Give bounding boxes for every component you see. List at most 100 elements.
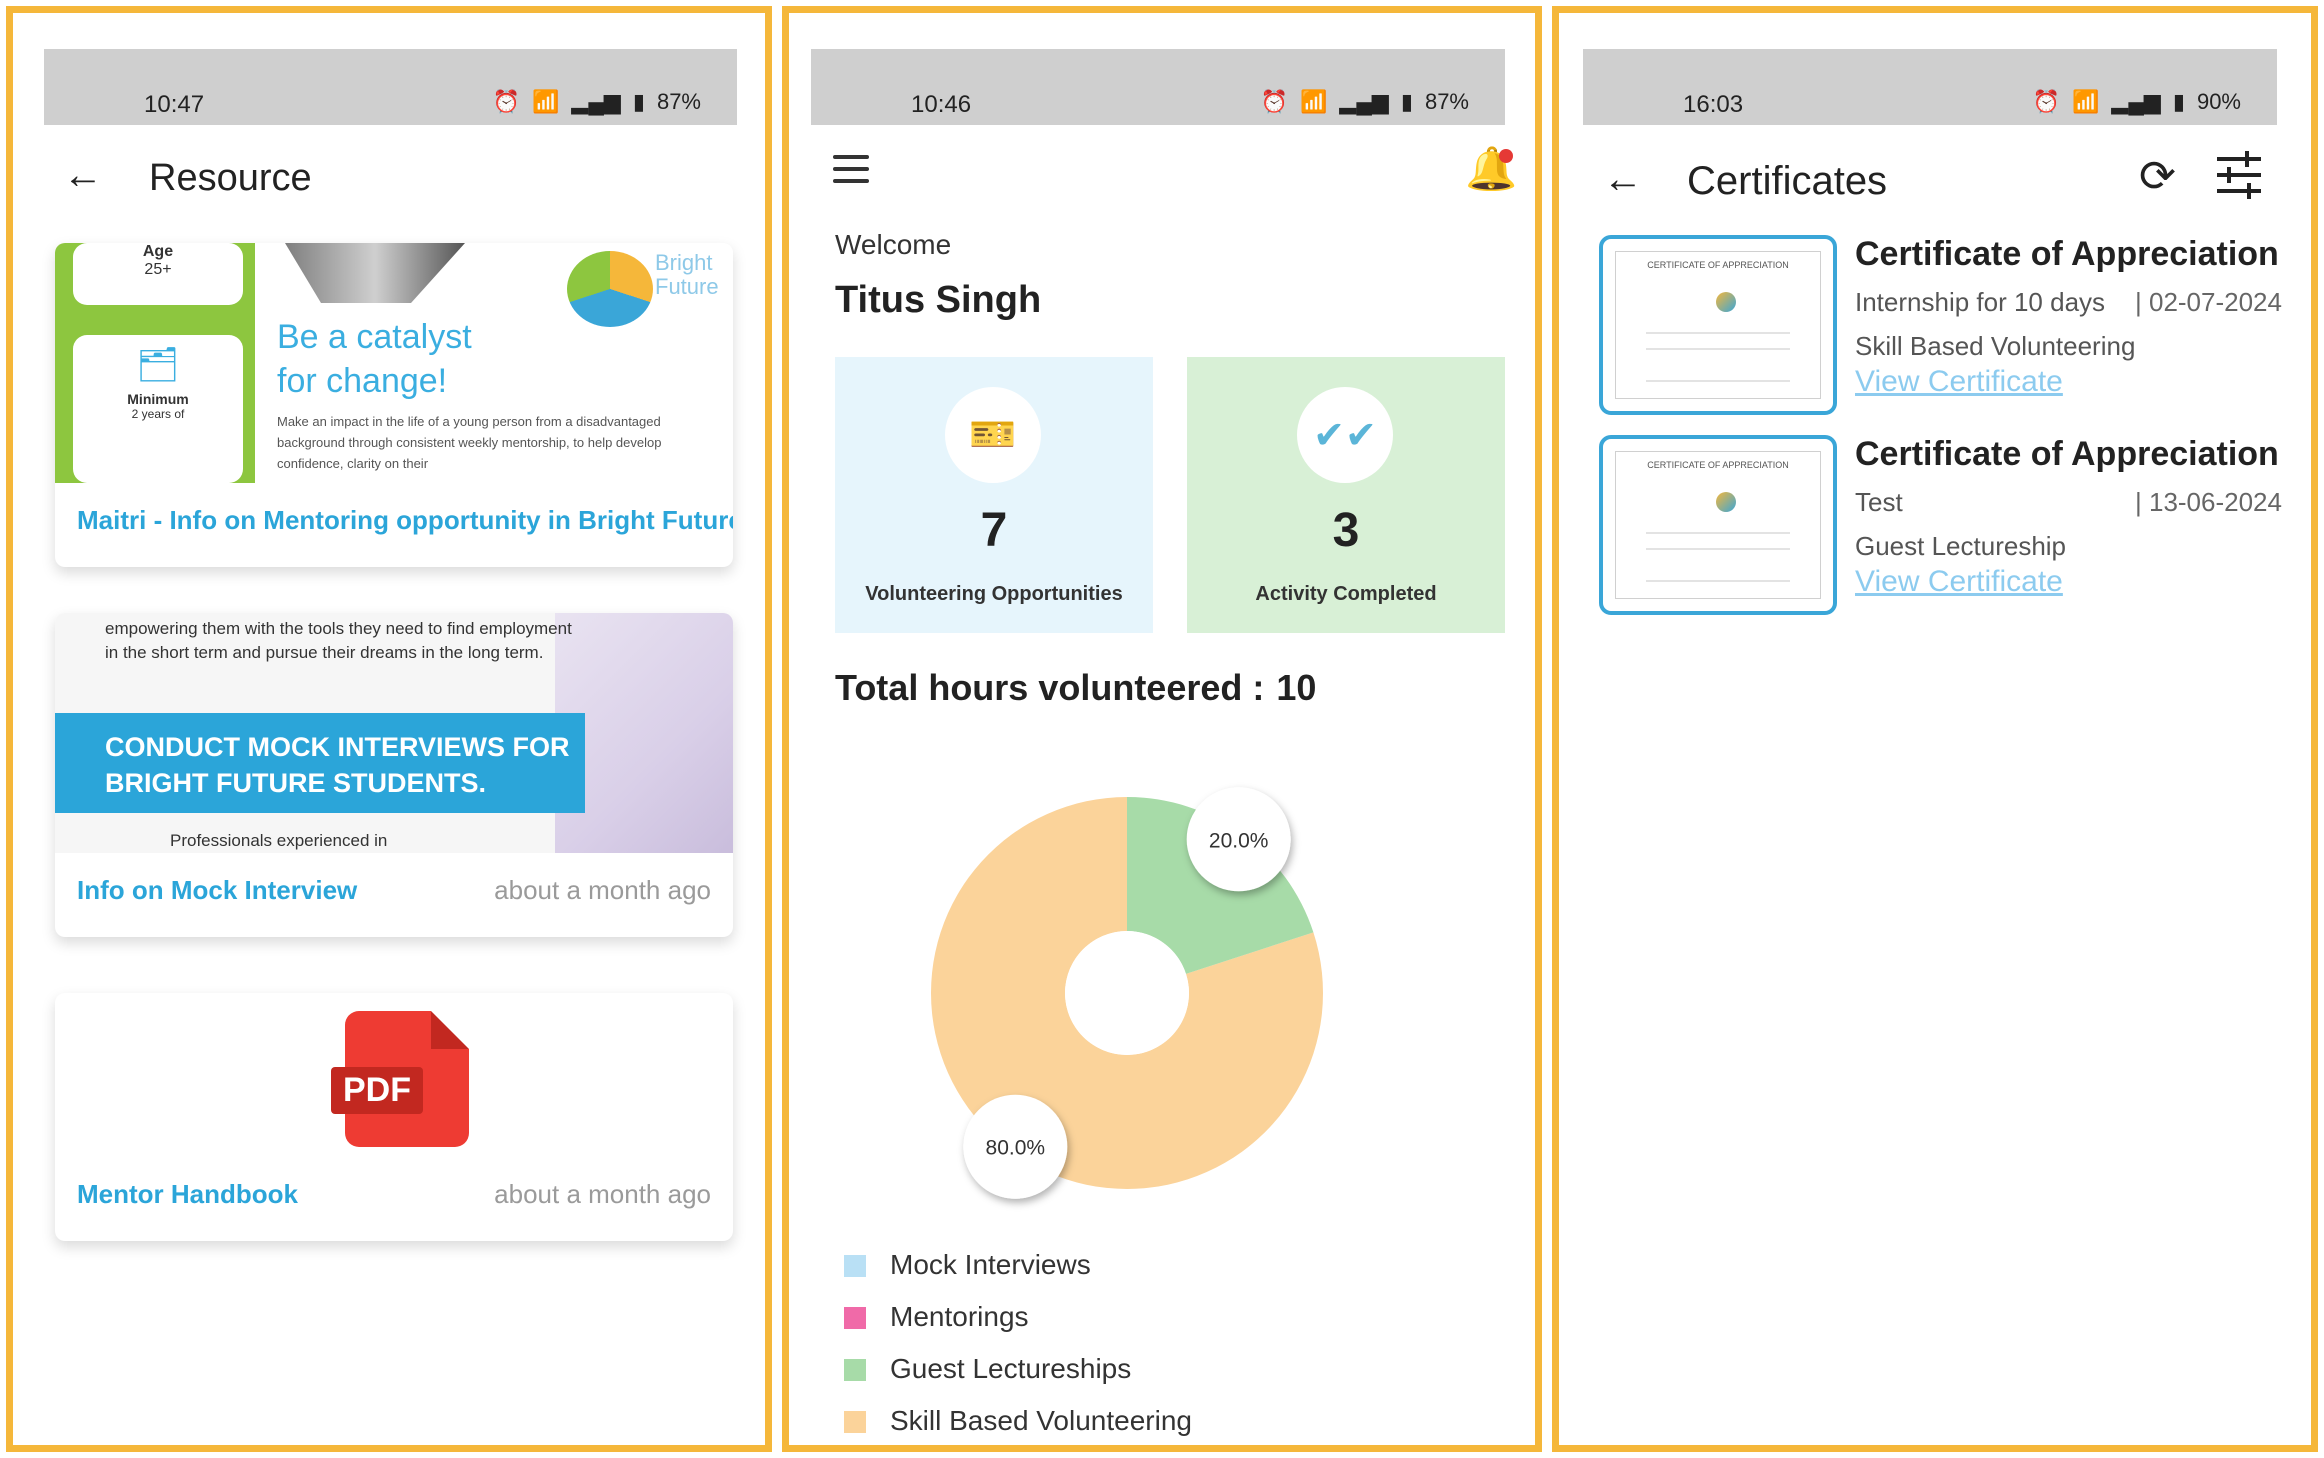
- view-certificate-link[interactable]: View Certificate: [1855, 565, 2063, 599]
- wifi-icon: 📶: [1300, 89, 1328, 114]
- thumbnail-inner: CERTIFICATE OF APPRECIATION: [1615, 251, 1821, 399]
- image-banner: CONDUCT MOCK INTERVIEWS FOR BRIGHT FUTUR…: [55, 713, 585, 813]
- certificates-screen: 16:03 ⏰ 📶 ▂▄▆ ▮ 90% ← Certificates ⟳ CER…: [1552, 6, 2318, 1452]
- image-age-value: 25+: [144, 261, 172, 278]
- resource-screen: 10:47 ⏰ 📶 ▂▄▆ ▮ 87% ← Resource Age 25+ 🗂…: [6, 6, 772, 1452]
- ticket-icon: 🎫: [945, 387, 1041, 483]
- image-min-label: Minimum: [127, 391, 189, 407]
- stat-volunteering-opportunities[interactable]: 🎫 7 Volunteering Opportunities: [835, 357, 1153, 633]
- image-photo-fragment: [285, 243, 465, 303]
- page-title: Resource: [149, 157, 312, 199]
- stat-value: 3: [1332, 504, 1360, 557]
- alarm-icon: ⏰: [1260, 89, 1288, 114]
- logo-text: Bright Future: [655, 251, 719, 299]
- signal-icon: ▂▄▆: [2111, 89, 2161, 114]
- pdf-file-icon: PDF: [331, 1011, 469, 1147]
- image-minimum-box: 🗂 Minimum 2 years of: [73, 335, 243, 483]
- resource-link-mock-interview[interactable]: Info on Mock Interview: [77, 875, 357, 906]
- resource-image-mentoring: Age 25+ 🗂 Minimum 2 years of Bright Futu…: [55, 243, 733, 483]
- thumbnail-inner: CERTIFICATE OF APPRECIATION: [1615, 451, 1821, 599]
- legend-label: Guest Lectureships: [890, 1353, 1132, 1384]
- total-hours: Total hours volunteered : 10: [835, 667, 1316, 709]
- status-bar: 10:47 ⏰ 📶 ▂▄▆ ▮ 87%: [44, 49, 737, 125]
- banner-line-1: CONDUCT MOCK INTERVIEWS FOR: [105, 732, 570, 762]
- page-title: Certificates: [1687, 159, 1888, 203]
- resource-card-mock-interview[interactable]: empowering them with the tools they need…: [55, 613, 733, 937]
- battery-level: 87%: [1424, 89, 1469, 114]
- thumbnail-line: [1646, 332, 1790, 334]
- volunteering-donut-chart: 80.0% 20.0%: [931, 787, 1323, 1199]
- thumbnail-line: [1646, 380, 1790, 382]
- stat-label: Volunteering Opportunities: [865, 583, 1123, 605]
- filter-settings-icon[interactable]: [2217, 151, 2261, 199]
- welcome-text: Welcome: [835, 229, 952, 260]
- certificate-date: | 02-07-2024: [2135, 287, 2282, 317]
- status-bar: 16:03 ⏰ 📶 ▂▄▆ ▮ 90%: [1583, 49, 2277, 125]
- total-hours-value: 10: [1276, 667, 1317, 708]
- resource-link-mentoring[interactable]: Maitri - Info on Mentoring opportunity i…: [77, 505, 733, 536]
- wifi-icon: 📶: [532, 89, 560, 114]
- certificate-title: Certificate of Appreciation: [1855, 235, 2279, 273]
- certificate-type: Skill Based Volunteering: [1855, 331, 2136, 361]
- slice-label: 20.0%: [1209, 829, 1269, 852]
- logo-line-2: Future: [655, 274, 719, 299]
- thumbnail-title: CERTIFICATE OF APPRECIATION: [1647, 260, 1789, 270]
- legend-swatch: [844, 1307, 866, 1329]
- double-check-icon: ✔✔: [1297, 387, 1393, 483]
- image-body-text: Make an impact in the life of a young pe…: [277, 414, 662, 471]
- user-name: Titus Singh: [835, 279, 1042, 321]
- image-heading-line-2: for change!: [277, 362, 448, 400]
- donut-hole: [1065, 931, 1189, 1055]
- image-min-value: 2 years of: [131, 407, 185, 421]
- thumbnail-line: [1646, 580, 1790, 582]
- view-certificate-link[interactable]: View Certificate: [1855, 365, 2063, 399]
- alarm-icon: ⏰: [2032, 89, 2060, 114]
- banner-line-2: BRIGHT FUTURE STUDENTS.: [105, 768, 486, 798]
- image-paragraph: empowering them with the tools they need…: [105, 619, 572, 662]
- bright-future-logo-icon: [567, 251, 653, 327]
- legend-label: Mock Interviews: [890, 1249, 1091, 1280]
- dashboard-screen: 10:46 ⏰ 📶 ▂▄▆ ▮ 87% 🔔 Welcome Titus Sing…: [782, 6, 1542, 1452]
- resource-card-handbook[interactable]: PDF Mentor Handbook about a month ago: [55, 993, 733, 1241]
- stat-value: 7: [980, 504, 1008, 557]
- image-heading: Be a catalyst for change!: [277, 315, 472, 403]
- image-footer-text: Professionals experienced in: [170, 831, 388, 850]
- certificate-title: Certificate of Appreciation: [1855, 435, 2279, 473]
- certificate-item[interactable]: CERTIFICATE OF APPRECIATION Certificate …: [1599, 235, 2289, 415]
- legend-label: Mentorings: [890, 1301, 1029, 1332]
- certificate-type: Guest Lectureship: [1855, 531, 2067, 561]
- status-bar: 10:46 ⏰ 📶 ▂▄▆ ▮ 87%: [811, 49, 1505, 125]
- signal-icon: ▂▄▆: [571, 89, 621, 114]
- stat-label: Activity Completed: [1255, 583, 1437, 605]
- legend-swatch: [844, 1411, 866, 1433]
- certificate-subtitle: Test: [1855, 487, 1903, 517]
- refresh-icon[interactable]: ⟳: [2139, 151, 2176, 202]
- certificate-subtitle: Internship for 10 days: [1855, 287, 2106, 317]
- slice-label: 80.0%: [986, 1137, 1046, 1160]
- battery-icon: ▮: [632, 89, 645, 114]
- thumbnail-line: [1646, 548, 1790, 550]
- legend-swatch: [844, 1255, 866, 1277]
- thumbnail-line: [1646, 348, 1790, 350]
- hamburger-menu-icon[interactable]: [833, 155, 869, 191]
- status-time: 10:47: [144, 91, 205, 118]
- legend-swatch: [844, 1359, 866, 1381]
- resource-card-mentoring[interactable]: Age 25+ 🗂 Minimum 2 years of Bright Futu…: [55, 243, 733, 567]
- certificate-item[interactable]: CERTIFICATE OF APPRECIATION Certificate …: [1599, 435, 2289, 615]
- resource-link-handbook[interactable]: Mentor Handbook: [77, 1179, 298, 1210]
- wifi-icon: 📶: [2072, 89, 2100, 114]
- certificate-date: | 13-06-2024: [2135, 487, 2282, 517]
- pdf-label: PDF: [331, 1067, 423, 1114]
- thumbnail-logo-icon: [1716, 292, 1736, 312]
- back-arrow-icon[interactable]: ←: [63, 153, 103, 198]
- notification-dot: [1499, 149, 1513, 163]
- certificate-thumbnail[interactable]: CERTIFICATE OF APPRECIATION: [1599, 435, 1837, 615]
- back-arrow-icon[interactable]: ←: [1603, 157, 1643, 202]
- thumbnail-logo-icon: [1716, 492, 1736, 512]
- thumbnail-title: CERTIFICATE OF APPRECIATION: [1647, 460, 1789, 470]
- stat-activity-completed[interactable]: ✔✔ 3 Activity Completed: [1187, 357, 1505, 633]
- status-time: 10:46: [911, 91, 972, 118]
- resource-image-mock-interview: empowering them with the tools they need…: [55, 613, 733, 853]
- briefcase-icon: 🗂: [136, 346, 180, 384]
- certificate-thumbnail[interactable]: CERTIFICATE OF APPRECIATION: [1599, 235, 1837, 415]
